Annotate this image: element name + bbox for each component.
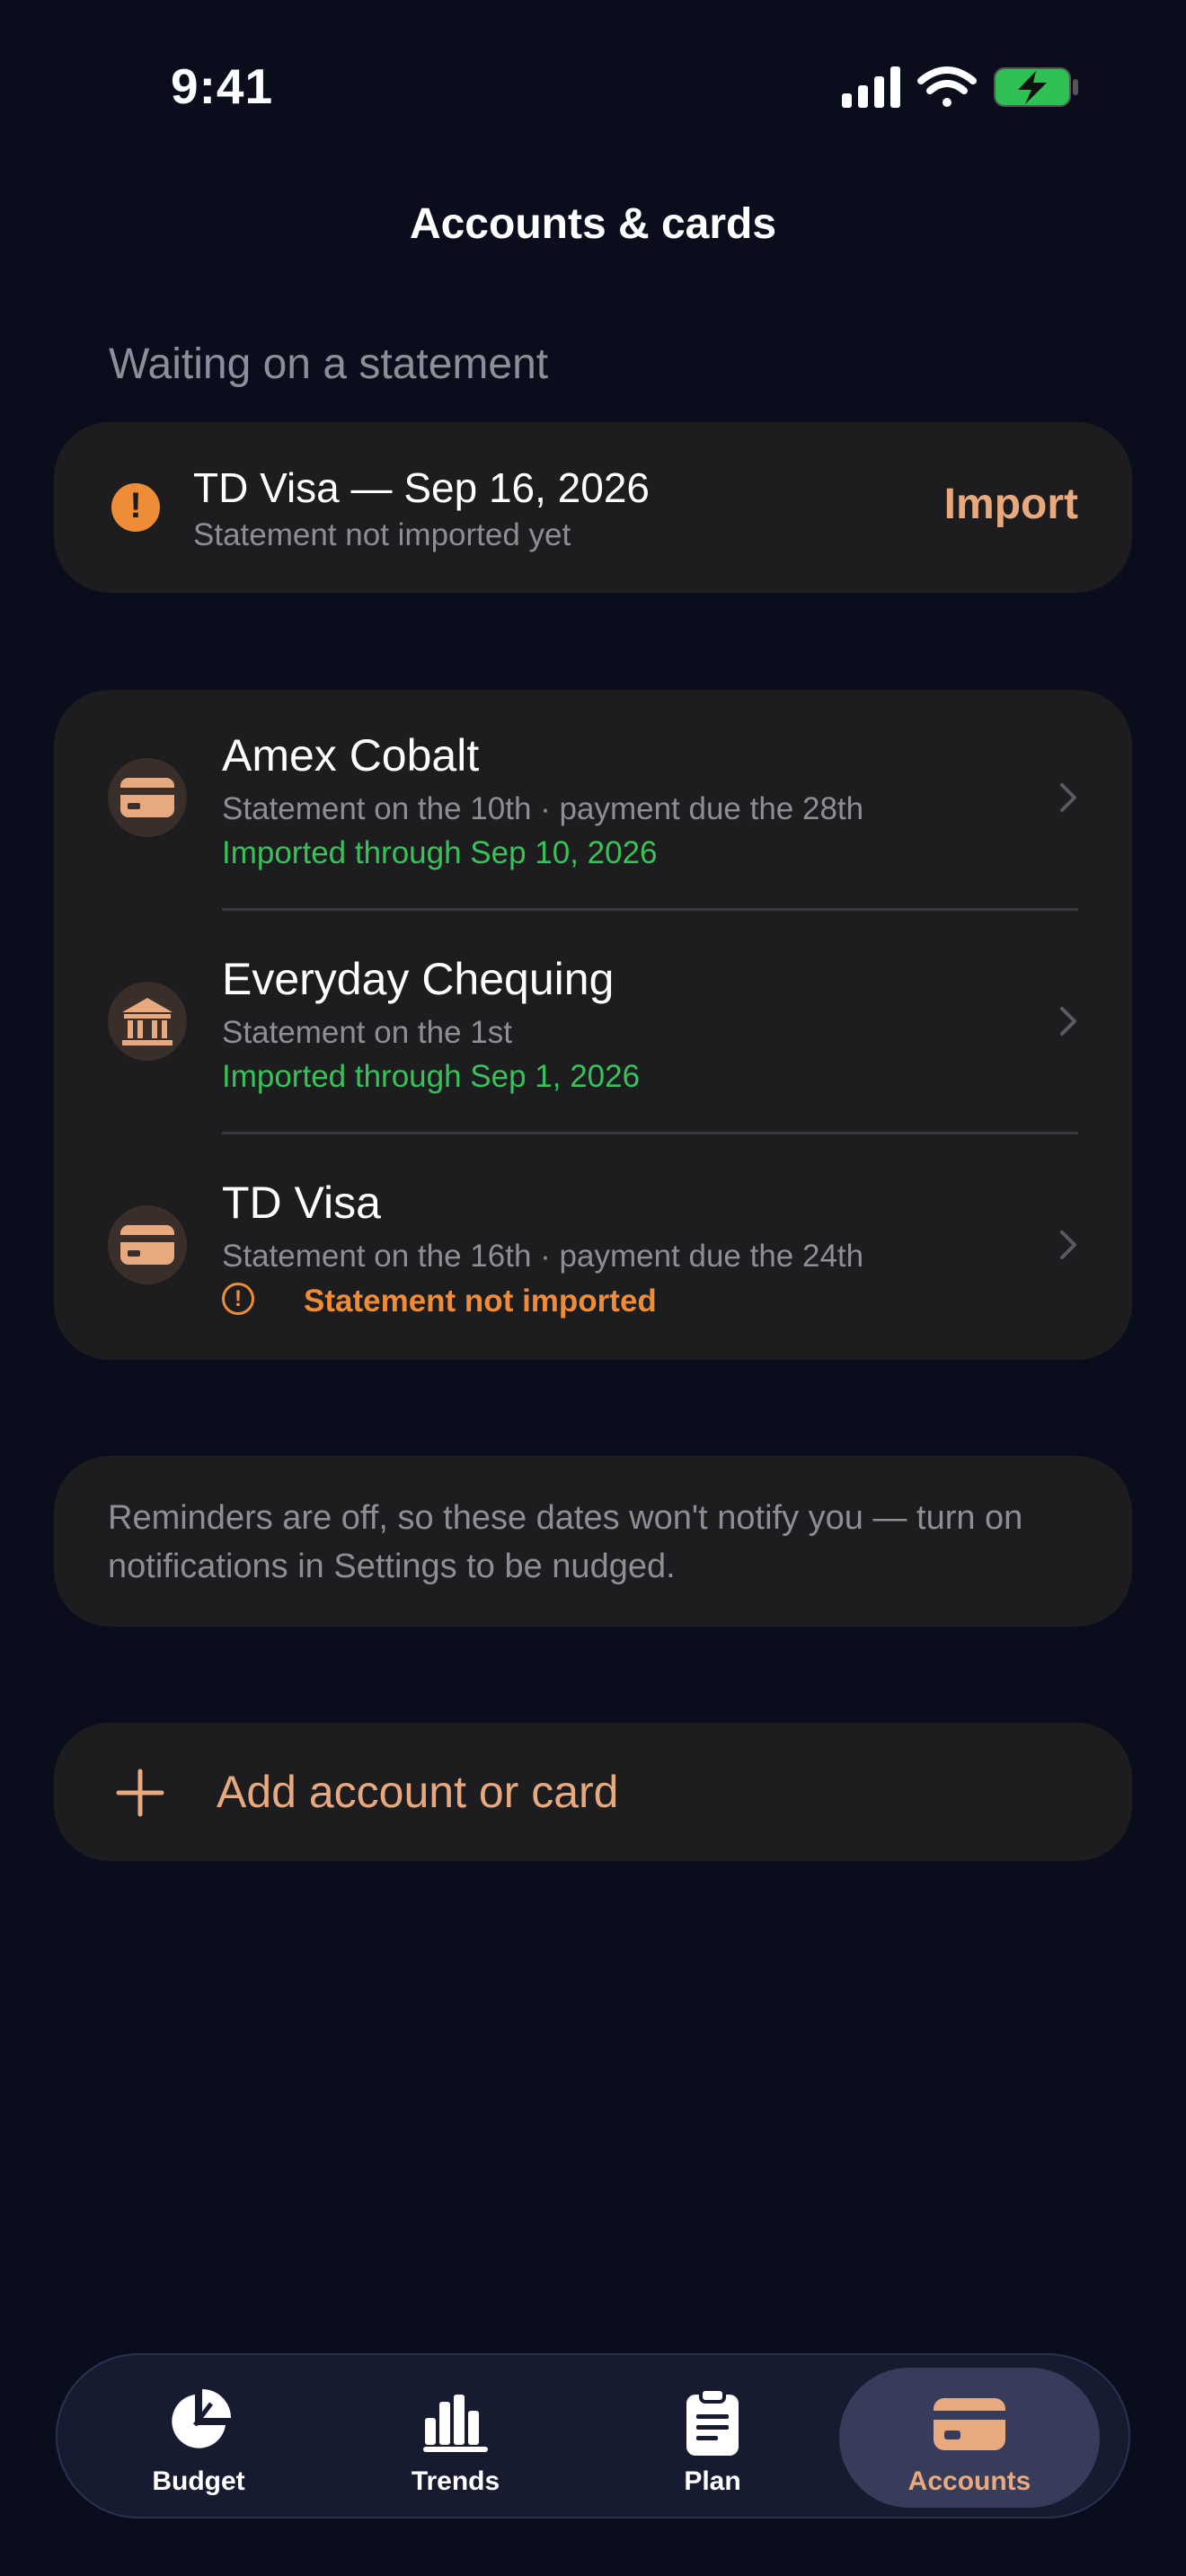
add-account-button[interactable]: Add account or card <box>54 1723 1132 1861</box>
accounts-list: Amex Cobalt Statement on the 10th · paym… <box>54 690 1132 1360</box>
account-schedule: Statement on the 16th · payment due the … <box>222 1239 864 1274</box>
account-import-status: Imported through Sep 10, 2026 <box>222 835 658 870</box>
tab-budget[interactable]: Budget <box>68 2368 329 2508</box>
waiting-statement-title: TD Visa — Sep 16, 2026 <box>193 464 650 511</box>
tab-label: Budget <box>152 2466 245 2496</box>
tab-label: Trends <box>411 2466 500 2496</box>
chevron-right-icon <box>1060 783 1076 812</box>
tab-trends[interactable]: Trends <box>325 2368 586 2508</box>
reminders-note: Reminders are off, so these dates won't … <box>54 1456 1132 1627</box>
alert-icon: ! <box>111 483 160 532</box>
credit-card-icon <box>108 1205 187 1284</box>
waiting-statement-subtitle: Statement not imported yet <box>193 517 571 552</box>
account-name: TD Visa <box>222 1178 381 1228</box>
tab-label: Plan <box>684 2466 741 2496</box>
account-name: Amex Cobalt <box>222 730 480 781</box>
wifi-icon <box>917 66 977 107</box>
add-account-label: Add account or card <box>217 1767 619 1817</box>
plus-icon <box>116 1769 164 1817</box>
battery-charging-icon <box>994 67 1078 107</box>
accounts-screen: 9:41 Accounts & cards Waiting on a state… <box>0 0 1186 2576</box>
warning-icon: ! <box>222 1283 254 1315</box>
chevron-right-icon <box>1060 1007 1076 1036</box>
page-title: Accounts & cards <box>409 200 777 248</box>
account-schedule: Statement on the 10th · payment due the … <box>222 791 864 826</box>
status-icons <box>842 66 1078 108</box>
account-row-amex-cobalt[interactable]: Amex Cobalt Statement on the 10th · paym… <box>54 690 1132 913</box>
pie-chart-icon <box>172 2389 231 2448</box>
row-divider <box>222 908 1078 911</box>
clipboard-icon <box>686 2387 739 2456</box>
account-name: Everyday Chequing <box>222 954 615 1004</box>
chevron-right-icon <box>1060 1231 1076 1259</box>
account-row-td-visa[interactable]: TD Visa Statement on the 16th · payment … <box>54 1137 1132 1361</box>
status-time: 9:41 <box>171 58 274 114</box>
credit-card-icon <box>934 2398 1005 2450</box>
tab-accounts[interactable]: Accounts <box>839 2368 1100 2508</box>
credit-card-icon <box>108 758 187 837</box>
row-divider <box>222 1132 1078 1134</box>
bank-icon <box>108 982 187 1061</box>
tab-bar: Budget Trends Plan Accounts <box>56 2353 1130 2519</box>
waiting-statement-card: ! TD Visa — Sep 16, 2026 Statement not i… <box>54 422 1132 593</box>
signal-icon <box>842 66 900 108</box>
account-import-status: Statement not imported <box>304 1284 657 1319</box>
account-row-everyday-chequing[interactable]: Everyday Chequing Statement on the 1st I… <box>54 913 1132 1137</box>
reminders-note-text: Reminders are off, so these dates won't … <box>108 1499 1023 1585</box>
tab-plan[interactable]: Plan <box>582 2368 843 2508</box>
waiting-section-label: Waiting on a statement <box>109 340 549 388</box>
tab-label: Accounts <box>907 2466 1031 2496</box>
import-button[interactable]: Import <box>944 480 1078 529</box>
bar-chart-icon <box>423 2395 488 2452</box>
account-import-status: Imported through Sep 1, 2026 <box>222 1059 641 1094</box>
account-schedule: Statement on the 1st <box>222 1015 512 1050</box>
